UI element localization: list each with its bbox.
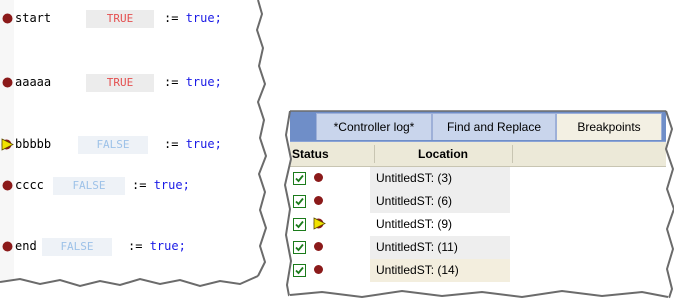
- column-divider[interactable]: [374, 145, 375, 163]
- location-text: UntitledST: (9): [376, 217, 453, 231]
- table-header: Status Location: [290, 142, 666, 167]
- table-row[interactable]: UntitledST: (14): [290, 259, 666, 282]
- breakpoint-icon: [314, 242, 323, 251]
- check-icon: [295, 266, 304, 275]
- breakpoint-icon[interactable]: [2, 77, 13, 88]
- keyword: true;: [153, 178, 190, 192]
- code-line: start TRUE := true;: [0, 8, 260, 30]
- column-header-status[interactable]: Status: [292, 142, 329, 166]
- code-line: end FALSE := true;: [0, 236, 260, 258]
- code-line: bbbbb FALSE := true;: [0, 134, 260, 156]
- keyword: true;: [185, 137, 222, 151]
- breakpoint-icon: [314, 265, 323, 274]
- variable-name: bbbbb: [15, 137, 52, 151]
- current-line-icon: [313, 217, 326, 230]
- tab-breakpoints[interactable]: Breakpoints: [556, 113, 662, 140]
- current-line-icon[interactable]: [1, 138, 14, 151]
- assignment: := true;: [164, 137, 222, 151]
- code-editor: start TRUE := true; aaaaa TRUE := true; …: [0, 0, 268, 294]
- variable-name: cccc: [15, 178, 44, 192]
- enabled-checkbox[interactable]: [293, 172, 306, 185]
- breakpoints-panel: *Controller log* Find and Replace Breakp…: [282, 105, 674, 302]
- check-icon: [295, 243, 304, 252]
- breakpoint-icon: [314, 173, 323, 182]
- assignment: := true;: [132, 178, 190, 192]
- location-text: UntitledST: (3): [376, 171, 453, 185]
- breakpoint-icon[interactable]: [2, 241, 13, 252]
- breakpoints-table: Status Location UntitledST: (3) Untitled…: [290, 142, 666, 302]
- monitor-value: FALSE: [53, 177, 125, 195]
- check-icon: [295, 220, 304, 229]
- check-icon: [295, 197, 304, 206]
- variable-name: aaaaa: [15, 75, 52, 89]
- location-text: UntitledST: (6): [376, 194, 453, 208]
- keyword: true;: [185, 11, 222, 25]
- breakpoint-icon[interactable]: [2, 180, 13, 191]
- table-row[interactable]: UntitledST: (11): [290, 236, 666, 259]
- variable-name: end: [15, 239, 37, 253]
- location-text: UntitledST: (11): [376, 240, 458, 254]
- monitor-value: FALSE: [78, 136, 148, 154]
- assignment: := true;: [164, 11, 222, 25]
- check-icon: [295, 174, 304, 183]
- enabled-checkbox[interactable]: [293, 218, 306, 231]
- table-row[interactable]: UntitledST: (9): [290, 213, 666, 236]
- column-header-location[interactable]: Location: [418, 142, 468, 166]
- enabled-checkbox[interactable]: [293, 241, 306, 254]
- monitor-value: TRUE: [86, 74, 154, 92]
- enabled-checkbox[interactable]: [293, 195, 306, 208]
- tab-find-and-replace[interactable]: Find and Replace: [432, 113, 556, 140]
- monitor-value: FALSE: [42, 238, 112, 256]
- enabled-checkbox[interactable]: [293, 264, 306, 277]
- keyword: true;: [149, 239, 186, 253]
- tab-strip: *Controller log* Find and Replace Breakp…: [290, 111, 666, 142]
- table-row[interactable]: UntitledST: (6): [290, 190, 666, 213]
- code-line: cccc FALSE := true;: [0, 175, 260, 197]
- code-line: aaaaa TRUE := true;: [0, 72, 260, 94]
- location-text: UntitledST: (14): [376, 263, 459, 277]
- tab-controller-log[interactable]: *Controller log*: [316, 113, 432, 140]
- assignment: := true;: [128, 239, 186, 253]
- breakpoint-icon[interactable]: [2, 13, 13, 24]
- table-row[interactable]: UntitledST: (3): [290, 167, 666, 190]
- column-divider[interactable]: [512, 145, 513, 163]
- variable-name: start: [15, 11, 52, 25]
- assignment: := true;: [164, 75, 222, 89]
- monitor-value: TRUE: [86, 10, 154, 28]
- keyword: true;: [185, 75, 222, 89]
- breakpoint-icon: [314, 196, 323, 205]
